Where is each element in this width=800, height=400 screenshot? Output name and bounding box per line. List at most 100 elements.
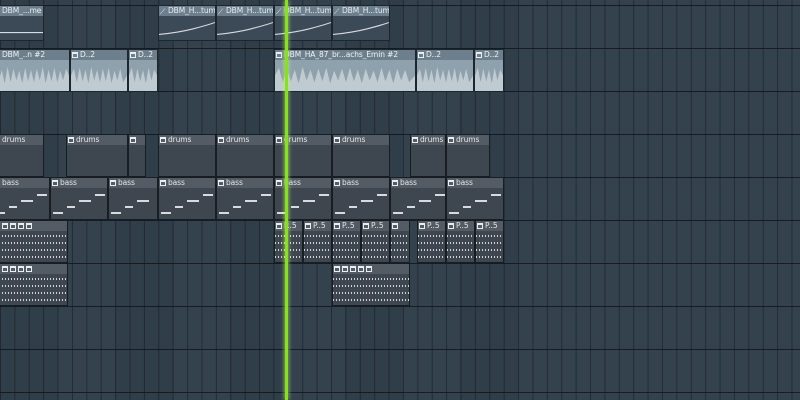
bass-pattern-clip[interactable]: bass (332, 177, 390, 220)
clip-name: DBM_H...tume (342, 6, 389, 15)
automation-clip[interactable]: ⟋DBM_...me (0, 5, 44, 41)
playlist-grid[interactable]: ⟋DBM_...me ⟋DBM_H...tume ⟋DBM_H...tume ⟋… (0, 0, 800, 400)
pattern-icon (392, 223, 398, 229)
bass-pattern-clip[interactable]: bass (446, 177, 504, 220)
note (491, 194, 501, 196)
clip-name: bass (168, 178, 185, 187)
drums-pattern-clip[interactable]: drums (332, 134, 390, 177)
note (407, 206, 415, 208)
drums-pattern-clip[interactable] (128, 134, 146, 177)
bass-pattern-clip[interactable]: bass (390, 177, 446, 220)
drum-hits (447, 256, 474, 258)
percussion-pattern-clip[interactable] (390, 220, 410, 263)
drum-hits (418, 249, 445, 251)
bass-pattern-clip[interactable]: bass (274, 177, 332, 220)
percussion-pattern-clip[interactable]: P..5 (303, 220, 332, 263)
pattern-icon (342, 266, 348, 272)
drums-pattern-clip[interactable]: drums (216, 134, 274, 177)
audio-clip[interactable]: DBM_HA_87_br...achs_Emin #2 (274, 49, 416, 92)
bass-pattern-clip[interactable]: bass (216, 177, 274, 220)
drum-hits (476, 249, 503, 251)
percussion-pattern-clip[interactable]: P..5 (361, 220, 390, 263)
bass-pattern-clip[interactable]: bass (158, 177, 216, 220)
clip-name: bass (226, 178, 243, 187)
drum-hits (447, 235, 474, 237)
bass-pattern-clip[interactable]: bass (0, 177, 50, 220)
clip-name: drums (456, 135, 480, 144)
clip-name: D..2 (138, 50, 153, 59)
note (111, 212, 121, 214)
pattern-icon (363, 223, 369, 229)
automation-clip[interactable]: ⟋ DBM_H...tume (216, 5, 274, 41)
clip-name: drums (420, 135, 444, 144)
drums-pattern-clip[interactable]: drums (410, 134, 446, 177)
automation-wave-icon: ⟋ (276, 7, 282, 16)
drums-pattern-clip[interactable]: drums (66, 134, 128, 177)
percussion-pattern-clip[interactable]: P..5 (332, 220, 361, 263)
note (175, 206, 183, 208)
audio-clip[interactable]: D..2 (416, 49, 474, 92)
drums-pattern-clip[interactable]: drums (0, 134, 44, 177)
pattern-icon (218, 180, 224, 186)
note (53, 212, 63, 214)
audio-clip[interactable]: DBM_..n #2 (0, 49, 70, 92)
pattern-icon (110, 180, 116, 186)
drum-hits (447, 249, 474, 251)
automation-clip[interactable]: ⟋ DBM_H...tume (332, 5, 390, 41)
note (21, 200, 33, 202)
pattern-icon (419, 223, 425, 229)
percussion-pattern-clip[interactable]: P..5 (446, 220, 475, 263)
drum-hits (333, 256, 360, 258)
pattern-icon (334, 180, 340, 186)
drums-pattern-clip[interactable]: drums (446, 134, 490, 177)
drum-hits (333, 249, 360, 251)
drum-hits (362, 249, 389, 251)
clip-name: DBM_H...tume (226, 6, 273, 15)
bass-pattern-clip[interactable]: bass (50, 177, 108, 220)
pattern-icon (358, 266, 364, 272)
drum-hits (0, 235, 67, 237)
note (319, 194, 329, 196)
drum-hits (333, 242, 360, 244)
note (335, 212, 345, 214)
clip-name: DBM_..n #2 (2, 50, 46, 59)
pattern-icon (276, 52, 282, 58)
pattern-icon (334, 266, 340, 272)
drum-hits (362, 235, 389, 237)
audio-clip[interactable]: D..2 (128, 49, 158, 92)
percussion-pattern-clip[interactable]: P..5 (274, 220, 303, 263)
percussion-pattern-clip[interactable] (332, 263, 410, 306)
drum-hits (476, 235, 503, 237)
automation-clip[interactable]: ⟋ DBM_H...tume (274, 5, 332, 41)
pattern-icon (18, 266, 24, 272)
pattern-icon (276, 180, 282, 186)
drum-hits (0, 256, 67, 258)
drums-pattern-clip[interactable]: drums (158, 134, 216, 177)
drum-hits (275, 235, 302, 237)
note (377, 194, 387, 196)
bass-pattern-clip[interactable]: bass (108, 177, 158, 220)
clip-name: bass (400, 178, 417, 187)
pattern-icon (448, 223, 454, 229)
percussion-pattern-clip[interactable] (0, 220, 68, 263)
automation-wave-icon: ⟋ (160, 7, 166, 16)
note (261, 194, 271, 196)
drums-pattern-clip[interactable]: drums (274, 134, 332, 177)
drum-hits (0, 278, 67, 280)
percussion-pattern-clip[interactable] (0, 263, 68, 306)
drum-hits (333, 235, 360, 237)
note (187, 200, 199, 202)
playhead-marker[interactable] (285, 0, 288, 400)
note (161, 212, 171, 214)
percussion-pattern-clip[interactable]: P..5 (417, 220, 446, 263)
note (67, 206, 75, 208)
note (79, 200, 91, 202)
clip-name: drums (168, 135, 192, 144)
pattern-icon (448, 180, 454, 186)
audio-clip[interactable]: D..2 (70, 49, 128, 92)
audio-clip[interactable]: D..2 (474, 49, 504, 92)
note (393, 212, 403, 214)
pattern-icon (334, 137, 340, 143)
automation-clip[interactable]: ⟋ DBM_H...tume (158, 5, 216, 41)
percussion-pattern-clip[interactable]: P..5 (475, 220, 504, 263)
